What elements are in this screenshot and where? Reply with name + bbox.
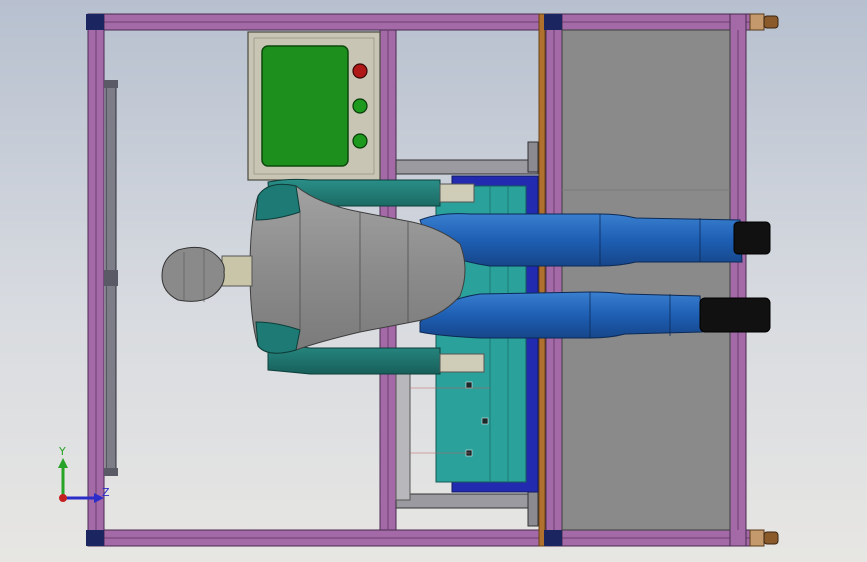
dummy-leg-upper: [419, 213, 743, 267]
cad-viewport[interactable]: Y Z: [0, 0, 867, 562]
control-screen[interactable]: [261, 45, 349, 167]
z-axis-label: Z: [102, 486, 110, 499]
dummy-neck: [221, 255, 253, 287]
y-axis-label: Y: [58, 445, 66, 458]
start-button-2[interactable]: [352, 133, 368, 149]
dummy-leg-lower: [419, 291, 703, 339]
frame-joint-bottom-mid: [544, 530, 562, 546]
stop-button[interactable]: [352, 63, 368, 79]
dummy-shoe-lower: [699, 297, 771, 333]
side-panel[interactable]: [561, 29, 731, 531]
caster-top-right[interactable]: [749, 13, 779, 31]
frame-joint-top-left: [86, 14, 104, 30]
caster-bottom-right[interactable]: [749, 529, 779, 547]
control-box[interactable]: [247, 31, 381, 181]
left-slide-rail[interactable]: [104, 80, 118, 476]
x-axis-dot: [59, 494, 67, 502]
y-axis-arrow: [58, 458, 68, 468]
dummy-head: [161, 246, 225, 302]
frame-joint-top-mid: [544, 14, 562, 30]
dummy-shoe-upper: [733, 221, 771, 255]
start-button-1[interactable]: [352, 98, 368, 114]
frame-joint-bottom-left: [86, 530, 104, 546]
copper-bar[interactable]: [538, 13, 546, 547]
dummy-hand-upper: [439, 183, 475, 203]
dummy-hand-lower: [439, 353, 485, 373]
